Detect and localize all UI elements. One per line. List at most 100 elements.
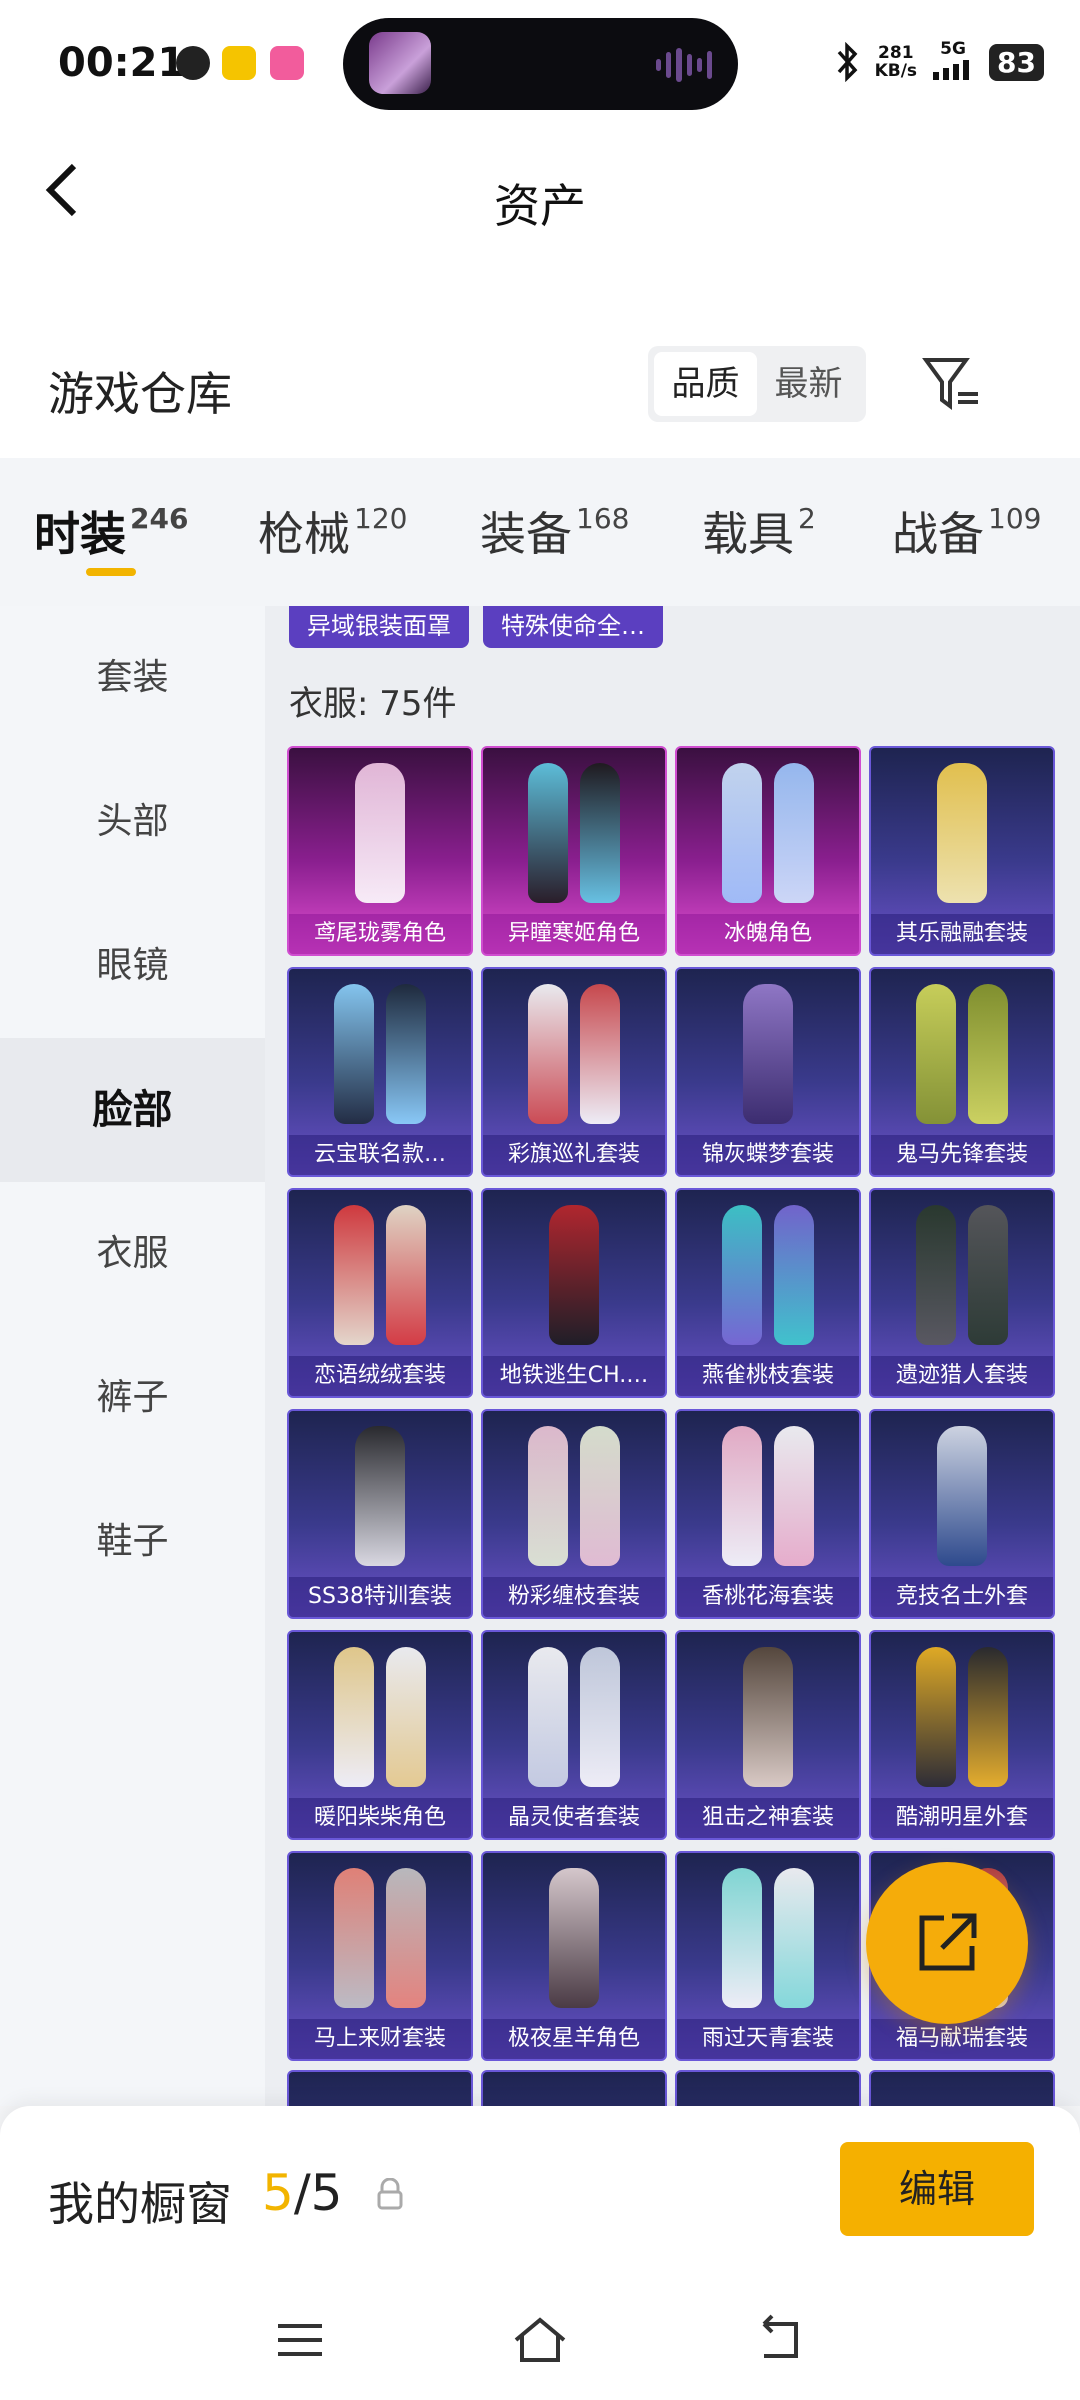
- item-card[interactable]: 雨过天青套装: [675, 1851, 861, 2061]
- bluetooth-icon: [837, 42, 857, 82]
- item-card[interactable]: [675, 2070, 861, 2106]
- item-name: 晶灵使者套装: [483, 1798, 665, 1838]
- item-card[interactable]: 香桃花海套装: [675, 1409, 861, 1619]
- item-card[interactable]: 暖阳柴柴角色: [287, 1630, 473, 1840]
- tab-supplies[interactable]: 战备 109: [892, 498, 1041, 564]
- item-card[interactable]: 云宝联名款…: [287, 967, 473, 1177]
- item-chip[interactable]: 特殊使命全…: [483, 606, 663, 648]
- item-card[interactable]: 鸢尾珑雾角色: [287, 746, 473, 956]
- item-artwork: [677, 1190, 859, 1360]
- item-artwork: [677, 1411, 859, 1581]
- sidebar-item-shoes[interactable]: 鞋子: [0, 1470, 265, 1614]
- item-name: 地铁逃生CH.…: [483, 1356, 665, 1396]
- item-artwork: [289, 748, 471, 918]
- item-card[interactable]: 燕雀桃枝套装: [675, 1188, 861, 1398]
- media-thumbnail: [369, 32, 431, 94]
- item-card[interactable]: 鬼马先锋套装: [869, 967, 1055, 1177]
- sidebar-item-clothes[interactable]: 衣服: [0, 1182, 265, 1326]
- item-name: 马上来财套装: [289, 2019, 471, 2059]
- category-tabs: 时装 246 枪械 120 装备 168 载具 2 战备 109: [0, 458, 1080, 606]
- status-bar: 00:21 281 KB/s 5G 83: [0, 0, 1080, 130]
- item-artwork: [871, 1190, 1053, 1360]
- sort-quality-button[interactable]: 品质: [654, 352, 757, 416]
- item-artwork: [677, 1632, 859, 1802]
- dynamic-island[interactable]: [343, 18, 738, 110]
- item-name: 鬼马先锋套装: [871, 1135, 1053, 1175]
- signal-icon: 5G: [931, 40, 975, 84]
- item-card[interactable]: 冰魄角色: [675, 746, 861, 956]
- item-name: 锦灰蝶梦套装: [677, 1135, 859, 1175]
- battery-icon: 83: [989, 43, 1044, 81]
- sidebar: 套装 头部 眼镜 脸部 衣服 裤子 鞋子: [0, 606, 265, 2106]
- sidebar-item-head[interactable]: 头部: [0, 750, 265, 894]
- item-card[interactable]: 竞技名士外套: [869, 1409, 1055, 1619]
- share-external-icon[interactable]: [866, 1862, 1028, 2024]
- section-title: 游戏仓库: [48, 367, 232, 421]
- audio-wave-icon: [656, 48, 713, 82]
- item-card[interactable]: 极夜星羊角色: [481, 1851, 667, 2061]
- tab-indicator: [86, 568, 136, 576]
- item-card[interactable]: 地铁逃生CH.…: [481, 1188, 667, 1398]
- item-name: 冰魄角色: [677, 914, 859, 954]
- app-notification-icon: [222, 46, 256, 80]
- net-speed: 281 KB/s: [874, 43, 918, 81]
- item-chip[interactable]: 异域银装面罩: [289, 606, 469, 648]
- item-artwork: [289, 1190, 471, 1360]
- system-nav-bar: [0, 2286, 1080, 2400]
- sort-toggle: 品质 最新: [648, 346, 866, 422]
- item-name: 粉彩缠枝套装: [483, 1577, 665, 1617]
- tab-vehicles[interactable]: 载具 2: [702, 498, 816, 564]
- item-card[interactable]: 锦灰蝶梦套装: [675, 967, 861, 1177]
- item-artwork: [871, 748, 1053, 918]
- sidebar-item-glasses[interactable]: 眼镜: [0, 894, 265, 1038]
- item-artwork: [871, 1632, 1053, 1802]
- item-card[interactable]: 酷潮明星外套: [869, 1630, 1055, 1840]
- item-card[interactable]: 粉彩缠枝套装: [481, 1409, 667, 1619]
- item-card[interactable]: 恋语绒绒套装: [287, 1188, 473, 1398]
- item-card[interactable]: 遗迹猎人套装: [869, 1188, 1055, 1398]
- sidebar-item-pants[interactable]: 裤子: [0, 1326, 265, 1470]
- item-name: 极夜星羊角色: [483, 2019, 665, 2059]
- item-card[interactable]: 其乐融融套装: [869, 746, 1055, 956]
- item-artwork: [483, 1853, 665, 2023]
- item-name: 香桃花海套装: [677, 1577, 859, 1617]
- category-count: 衣服: 75件: [289, 684, 457, 724]
- item-card[interactable]: [287, 2070, 473, 2106]
- app-notification-icon: [270, 46, 304, 80]
- filter-icon[interactable]: [922, 356, 982, 412]
- item-name: 燕雀桃枝套装: [677, 1356, 859, 1396]
- showcase-bar: 我的橱窗 5/5 编辑: [0, 2106, 1080, 2286]
- item-artwork: [289, 1632, 471, 1802]
- item-artwork: [483, 1411, 665, 1581]
- sidebar-item-suit[interactable]: 套装: [0, 606, 265, 750]
- item-card[interactable]: [869, 2070, 1055, 2106]
- tab-fashion[interactable]: 时装 246: [34, 498, 188, 564]
- tab-equipment[interactable]: 装备 168: [480, 498, 629, 564]
- item-artwork: [677, 748, 859, 918]
- home-icon[interactable]: [510, 2310, 570, 2370]
- item-card[interactable]: [481, 2070, 667, 2106]
- sidebar-item-face[interactable]: 脸部: [0, 1038, 265, 1182]
- lock-icon: [377, 2178, 403, 2210]
- item-artwork: [289, 969, 471, 1139]
- item-card[interactable]: 马上来财套装: [287, 1851, 473, 2061]
- item-name: 竞技名士外套: [871, 1577, 1053, 1617]
- item-card[interactable]: 异瞳寒姬角色: [481, 746, 667, 956]
- item-artwork: [289, 1853, 471, 2023]
- item-artwork: [483, 748, 665, 918]
- item-card[interactable]: SS38特训套装: [287, 1409, 473, 1619]
- back-icon[interactable]: [750, 2310, 810, 2370]
- item-card[interactable]: 晶灵使者套装: [481, 1630, 667, 1840]
- item-artwork: [871, 1411, 1053, 1581]
- item-card[interactable]: 彩旗巡礼套装: [481, 967, 667, 1177]
- menu-icon[interactable]: [270, 2310, 330, 2370]
- item-name: 狙击之神套装: [677, 1798, 859, 1838]
- status-right: 281 KB/s 5G 83: [835, 40, 1044, 84]
- item-name: 恋语绒绒套装: [289, 1356, 471, 1396]
- edit-button[interactable]: 编辑: [840, 2142, 1034, 2236]
- sort-newest-button[interactable]: 最新: [757, 352, 860, 416]
- item-artwork: [483, 1190, 665, 1360]
- tab-guns[interactable]: 枪械 120: [258, 498, 407, 564]
- showcase-count: 5/5: [262, 2164, 343, 2222]
- item-card[interactable]: 狙击之神套装: [675, 1630, 861, 1840]
